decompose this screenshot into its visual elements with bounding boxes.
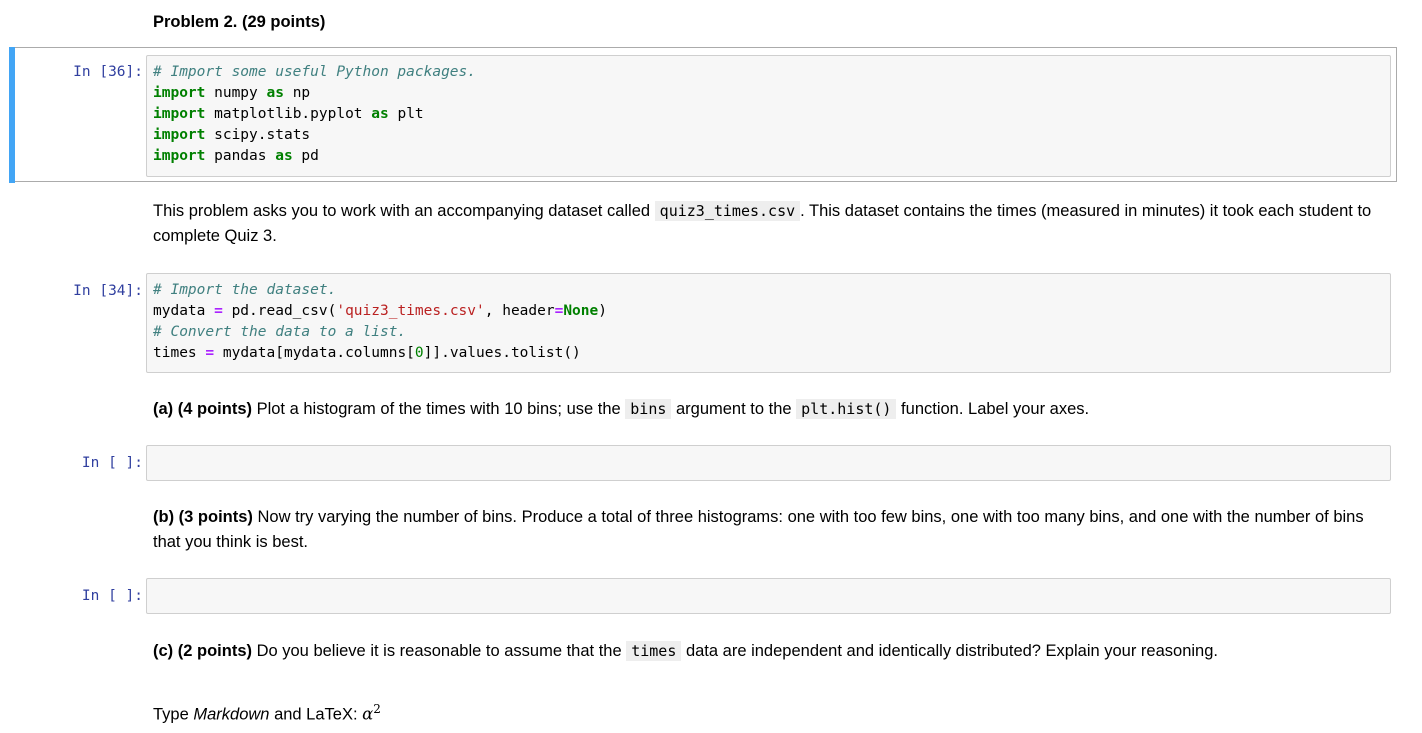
code-token: 'quiz3_times.csv' <box>336 303 485 319</box>
cell-prompt: In [ ]: <box>81 588 143 604</box>
code-token: pd <box>292 148 319 164</box>
plt-hist-code: plt.hist() <box>796 399 897 419</box>
code-token: = <box>214 303 223 319</box>
code-token: import <box>153 106 206 122</box>
part-b-label: (b) (3 points) <box>153 508 253 526</box>
code-token: import <box>153 127 206 143</box>
code-token: numpy <box>205 85 267 101</box>
answer-middle: and LaTeX: <box>269 705 363 724</box>
part-c-text-1: Do you believe it is reasonable to assum… <box>252 642 627 660</box>
code-token: pd.read_csv( <box>222 303 337 319</box>
code-token: ]].values.tolist() <box>423 345 581 361</box>
code-token: = <box>205 345 215 361</box>
code-input-empty-b[interactable] <box>146 578 1391 614</box>
code-token: times <box>153 345 206 361</box>
times-code: times <box>626 641 682 661</box>
cell-prompt: In [34]: <box>73 283 143 299</box>
answer-prefix: Type <box>153 705 194 724</box>
code-token: # Import the dataset. <box>153 282 337 298</box>
code-token: mydata[mydata.columns[ <box>214 345 415 361</box>
code-token: pandas <box>205 148 276 164</box>
code-input-imports[interactable]: # Import some useful Python packages. im… <box>146 55 1391 177</box>
code-token: as <box>275 148 293 164</box>
code-token: # Convert the data to a list. <box>153 324 407 340</box>
markdown-part-c[interactable]: (c) (2 points) Do you believe it is reas… <box>153 639 1383 664</box>
code-token: import <box>153 85 206 101</box>
markdown-part-b[interactable]: (b) (3 points) Now try varying the numbe… <box>153 505 1383 555</box>
code-token: mydata <box>153 303 215 319</box>
code-token: scipy.stats <box>205 127 311 143</box>
answer-markdown-word: Markdown <box>193 705 270 724</box>
part-c-label: (c) (2 points) <box>153 642 252 660</box>
code-input-empty-a[interactable] <box>146 445 1391 481</box>
alpha-math: α <box>362 704 374 724</box>
markdown-part-a[interactable]: (a) (4 points) Plot a histogram of the t… <box>153 397 1383 422</box>
code-token: np <box>283 85 311 101</box>
code-token: matplotlib.pyplot <box>205 106 372 122</box>
markdown-intro[interactable]: This problem asks you to work with an ac… <box>153 199 1383 249</box>
part-c-text-2: data are independent and identically dis… <box>681 642 1218 660</box>
code-editor[interactable]: # Import the dataset. mydata = pd.read_c… <box>147 274 1390 370</box>
code-token: plt <box>388 106 424 122</box>
code-token: # Import some useful Python packages. <box>153 64 477 80</box>
problem-heading: Problem 2. (29 points) <box>153 13 326 31</box>
code-token: , header <box>484 303 555 319</box>
cell-prompt: In [ ]: <box>81 455 143 471</box>
part-a-text-1: Plot a histogram of the times with 10 bi… <box>252 400 626 418</box>
alpha-exponent: 2 <box>373 702 381 716</box>
code-token: 0 <box>414 345 424 361</box>
code-token: None <box>563 303 599 319</box>
cell-prompt: In [36]: <box>73 64 143 80</box>
code-token: import <box>153 148 206 164</box>
code-editor[interactable]: # Import some useful Python packages. im… <box>147 56 1390 173</box>
code-token: ) <box>598 303 607 319</box>
part-a-text-3: function. Label your axes. <box>896 400 1090 418</box>
part-a-label: (a) (4 points) <box>153 400 252 418</box>
markdown-answer-cell[interactable]: Type Markdown and LaTeX: α2 <box>153 697 1383 728</box>
dataset-filename-code: quiz3_times.csv <box>654 201 801 221</box>
code-input-dataset[interactable]: # Import the dataset. mydata = pd.read_c… <box>146 273 1391 373</box>
bins-code: bins <box>625 399 672 419</box>
code-token: as <box>266 85 284 101</box>
code-token: as <box>371 106 389 122</box>
part-a-text-2: argument to the <box>671 400 797 418</box>
intro-text-before: This problem asks you to work with an ac… <box>153 202 655 220</box>
notebook-page: Problem 2. (29 points) In [36]: # Import… <box>0 0 1422 733</box>
part-b-text: Now try varying the number of bins. Prod… <box>153 508 1364 551</box>
